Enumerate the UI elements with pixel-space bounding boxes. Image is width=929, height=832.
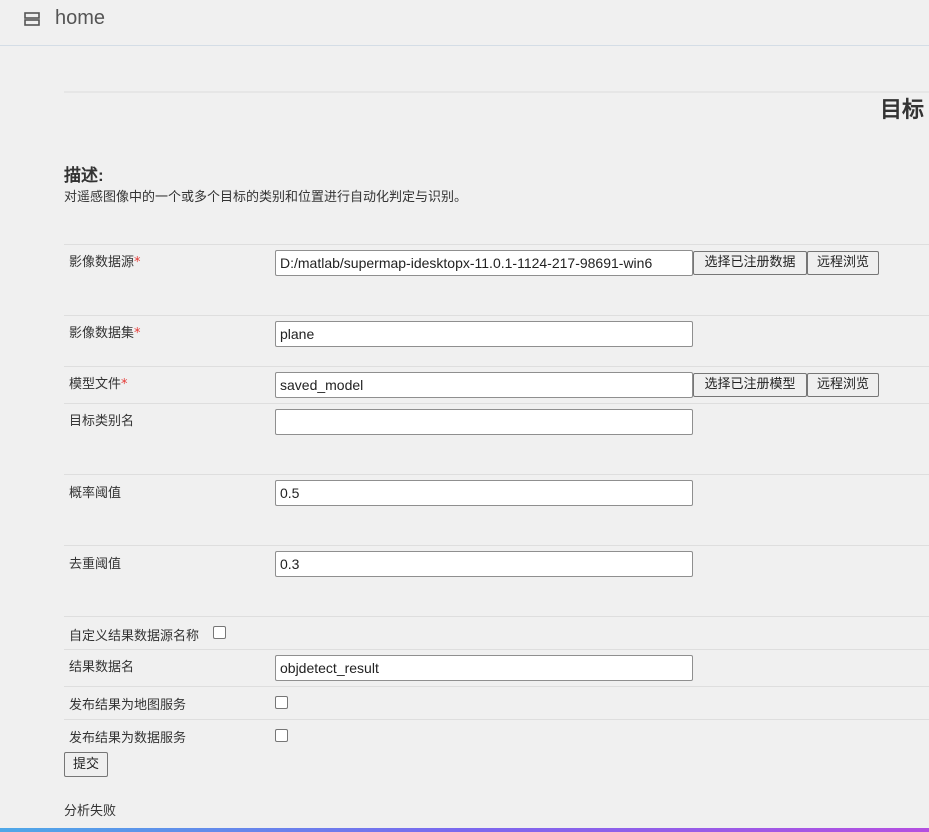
menu-icon[interactable] (24, 12, 40, 26)
probability-threshold-input[interactable]: 0.5 (275, 480, 693, 506)
custom-result-datasource-label: 自定义结果数据源名称 (69, 629, 200, 644)
result-data-name-input[interactable]: objdetect_result (275, 655, 693, 681)
submit-button[interactable]: 提交 (64, 752, 108, 777)
status-text: 分析失败 (64, 804, 117, 819)
home-title[interactable]: home (55, 7, 105, 30)
nms-threshold-input[interactable]: 0.3 (275, 551, 693, 577)
model-file-label: 模型文件* (69, 377, 128, 392)
row-divider (64, 545, 929, 546)
select-registered-model-button[interactable]: 选择已注册模型 (693, 373, 807, 397)
image-datasource-label: 影像数据源* (69, 255, 141, 270)
result-data-name-label: 结果数据名 (69, 660, 135, 675)
required-mark: * (134, 255, 141, 270)
row-divider (64, 649, 929, 650)
remote-browse-data-button[interactable]: 远程浏览 (807, 251, 879, 275)
publish-map-service-label: 发布结果为地图服务 (69, 698, 187, 713)
row-divider (64, 719, 929, 720)
target-class-name-input[interactable] (275, 409, 693, 435)
model-file-input[interactable]: saved_model (275, 372, 693, 398)
image-dataset-input[interactable]: plane (275, 321, 693, 347)
row-divider (64, 403, 929, 404)
row-divider (64, 616, 929, 617)
row-divider (64, 474, 929, 475)
row-divider (64, 686, 929, 687)
publish-map-service-checkbox[interactable] (275, 696, 288, 709)
description-title: 描述: (64, 166, 104, 185)
top-bar: home (0, 0, 929, 46)
target-class-name-label: 目标类别名 (69, 414, 135, 429)
remote-browse-model-button[interactable]: 远程浏览 (807, 373, 879, 397)
row-divider (64, 315, 929, 316)
image-datasource-input[interactable]: D:/matlab/supermap-idesktopx-11.0.1-1124… (275, 250, 693, 276)
description-text: 对遥感图像中的一个或多个目标的类别和位置进行自动化判定与识别。 (64, 190, 468, 205)
required-mark: * (121, 377, 128, 392)
divider (64, 91, 929, 93)
page-title: 目标 (880, 97, 925, 122)
publish-data-service-label: 发布结果为数据服务 (69, 731, 187, 746)
image-dataset-label: 影像数据集* (69, 326, 141, 341)
bottom-accent-bar (0, 828, 929, 832)
publish-data-service-checkbox[interactable] (275, 729, 288, 742)
custom-result-datasource-checkbox[interactable] (213, 626, 226, 639)
row-divider (64, 366, 929, 367)
select-registered-data-button[interactable]: 选择已注册数据 (693, 251, 807, 275)
row-divider (64, 244, 929, 245)
probability-threshold-label: 概率阈值 (69, 486, 122, 501)
required-mark: * (134, 326, 141, 341)
nms-threshold-label: 去重阈值 (69, 557, 122, 572)
